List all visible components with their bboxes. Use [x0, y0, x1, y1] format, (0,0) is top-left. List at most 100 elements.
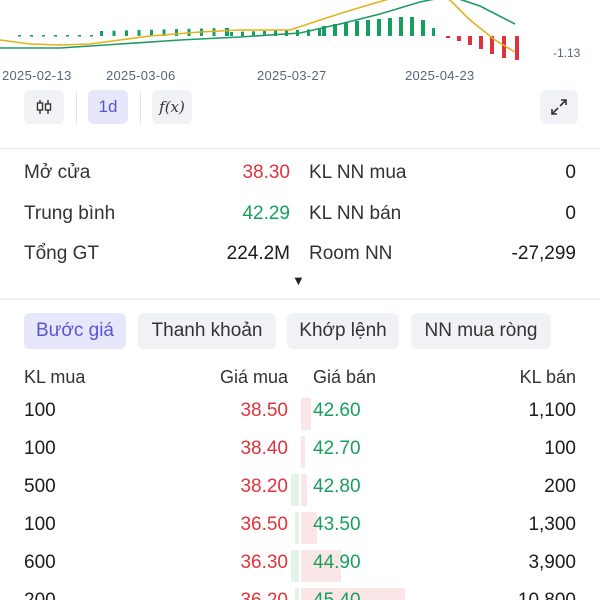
- histogram-bar-positive: [344, 22, 348, 36]
- buy-volume: 600: [24, 552, 56, 573]
- sell-volume: 10,800: [518, 590, 576, 600]
- interval-button[interactable]: 1d: [88, 90, 128, 124]
- histogram-bar-positive: [18, 35, 21, 37]
- sell-volume: 100: [544, 438, 576, 459]
- buy-volume-header: KL mua: [24, 367, 86, 387]
- toolbar-divider: [140, 92, 141, 124]
- average-label: Trung bình: [24, 203, 116, 224]
- foreign-buy-value: 0: [565, 162, 576, 183]
- chart-toolbar: 1d f(x): [0, 90, 600, 128]
- chart-type-button[interactable]: [24, 90, 64, 124]
- fullscreen-button[interactable]: [540, 90, 578, 124]
- histogram-bar-positive: [137, 30, 141, 36]
- histogram-bar-positive: [399, 17, 403, 36]
- section-divider: [0, 148, 600, 149]
- sell-volume: 3,900: [528, 552, 576, 573]
- histogram-bar-positive: [125, 30, 128, 36]
- buy-price: 38.50: [240, 400, 288, 421]
- tab-price-step[interactable]: Bước giá: [24, 313, 126, 349]
- histogram-bar-positive: [30, 35, 33, 37]
- foreign-buy-label: KL NN mua: [309, 162, 407, 183]
- orderbook-row[interactable]: 600 36.30 44.90 3,900: [0, 548, 600, 586]
- buy-depth-bar: [291, 550, 299, 582]
- histogram-bar-positive: [410, 17, 414, 36]
- orderbook-row[interactable]: 500 38.20 42.80 200: [0, 472, 600, 510]
- expand-icon: [551, 99, 567, 115]
- foreign-room-value: -27,299: [511, 243, 576, 264]
- orderbook-row[interactable]: 100 38.40 42.70 100: [0, 434, 600, 472]
- histogram-bar-positive: [230, 32, 233, 36]
- orderbook-row[interactable]: 200 36.20 45.40 10,800: [0, 586, 600, 600]
- indicator-button[interactable]: f(x): [152, 90, 192, 124]
- toolbar-divider: [76, 92, 77, 124]
- open-value: 38.30: [242, 162, 290, 183]
- histogram-bar-negative: [457, 36, 461, 41]
- histogram-bar-positive: [54, 35, 57, 37]
- histogram-bar-positive: [66, 35, 69, 37]
- buy-price: 38.40: [240, 438, 288, 459]
- buy-price: 36.30: [240, 552, 288, 573]
- buy-volume: 100: [24, 400, 56, 421]
- sell-price: 43.50: [313, 514, 361, 535]
- sell-price: 42.70: [313, 438, 361, 459]
- open-label: Mở cửa: [24, 162, 91, 183]
- sell-price: 42.80: [313, 476, 361, 497]
- histogram-bar-positive: [90, 35, 93, 37]
- orderbook-row[interactable]: 100 36.50 43.50 1,300: [0, 510, 600, 548]
- indicator-value-label: -1.13: [553, 46, 581, 60]
- sell-price: 45.40: [313, 590, 361, 600]
- buy-volume: 500: [24, 476, 56, 497]
- total-value: 224.2M: [226, 243, 290, 264]
- histogram-bar-negative: [468, 36, 472, 45]
- histogram-bar-positive: [241, 31, 244, 36]
- foreign-sell-value: 0: [565, 203, 576, 224]
- date-tick: 2025-04-23: [405, 68, 475, 83]
- sell-depth-bar: [301, 436, 305, 468]
- slow-line: [0, 0, 516, 49]
- histogram-bar-positive: [388, 18, 392, 36]
- date-tick: 2025-03-27: [257, 68, 327, 83]
- histogram-bar-positive: [100, 31, 103, 36]
- sell-volume: 1,100: [528, 400, 576, 421]
- sell-depth-bar: [301, 398, 311, 430]
- sell-depth-bar: [301, 474, 307, 506]
- tab-foreign-net-buy[interactable]: NN mua ròng: [411, 313, 551, 349]
- price-chart[interactable]: 2025-02-13 2025-03-06 2025-03-27 2025-04…: [0, 0, 600, 90]
- histogram-bar-negative: [515, 36, 519, 60]
- average-value: 42.29: [242, 203, 290, 224]
- buy-volume: 100: [24, 438, 56, 459]
- total-value-label: Tổng GT: [24, 243, 99, 264]
- buy-volume: 200: [24, 590, 56, 600]
- tab-matched-orders[interactable]: Khớp lệnh: [287, 313, 399, 349]
- orderbook-row[interactable]: 100 38.50 42.60 1,100: [0, 396, 600, 434]
- histogram-bar-positive: [78, 35, 81, 37]
- buy-depth-bar: [291, 474, 299, 506]
- histogram-bar-positive: [175, 29, 178, 36]
- sell-volume: 200: [544, 476, 576, 497]
- histogram-bar-positive: [318, 29, 321, 36]
- buy-price: 36.20: [240, 590, 288, 600]
- histogram-bar-positive: [42, 35, 45, 37]
- date-tick: 2025-03-06: [106, 68, 176, 83]
- macd-histogram-chart: [0, 0, 519, 60]
- histogram-bar-positive: [112, 30, 116, 36]
- foreign-room-label: Room NN: [309, 243, 393, 264]
- tab-liquidity[interactable]: Thanh khoản: [138, 313, 276, 349]
- histogram-bar-negative: [479, 36, 483, 49]
- histogram-bar-positive: [366, 20, 370, 36]
- expand-stats-toggle[interactable]: ▼: [292, 273, 305, 288]
- foreign-sell-label: KL NN bán: [309, 203, 402, 224]
- sell-price: 44.90: [313, 552, 361, 573]
- buy-price: 36.50: [240, 514, 288, 535]
- fast-line: [0, 0, 516, 53]
- buy-price: 38.20: [240, 476, 288, 497]
- buy-depth-bar: [295, 512, 299, 544]
- sell-price-header: Giá bán: [313, 367, 377, 387]
- histogram-bar-positive: [421, 20, 425, 36]
- sell-volume: 1,300: [528, 514, 576, 535]
- sell-price: 42.60: [313, 400, 361, 421]
- buy-depth-bar: [295, 588, 299, 600]
- date-tick: 2025-02-13: [2, 68, 72, 83]
- sell-volume-header: KL bán: [519, 367, 576, 387]
- histogram-bar-negative: [446, 36, 450, 38]
